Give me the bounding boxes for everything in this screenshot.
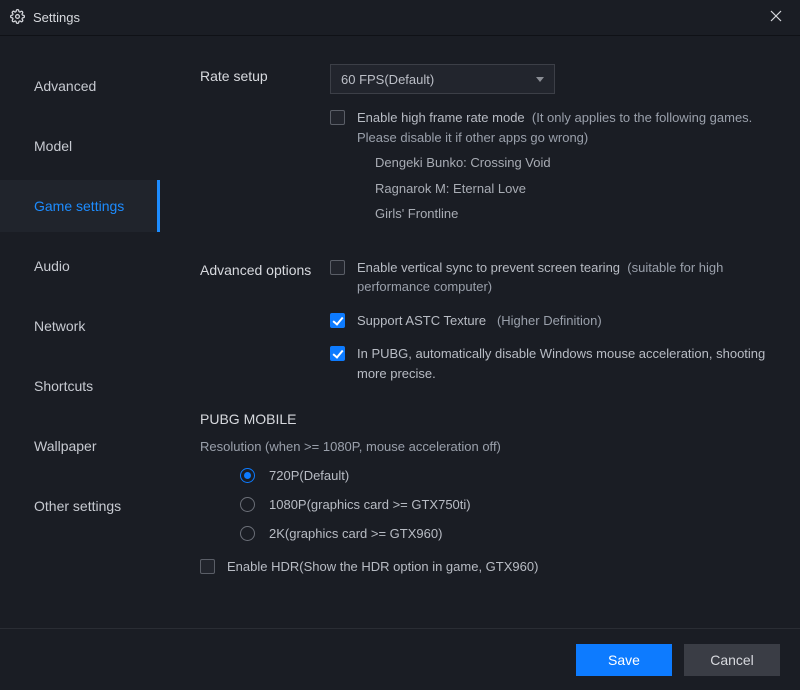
- footer: Save Cancel: [0, 628, 800, 690]
- high-frame-text: Enable high frame rate mode (It only app…: [357, 108, 770, 230]
- rate-setup-row: Rate setup 60 FPS(Default) Enable high f…: [200, 64, 770, 244]
- sidebar-item-label: Other settings: [34, 498, 121, 514]
- high-frame-label: Enable high frame rate mode: [357, 110, 525, 125]
- astc-label: Support ASTC Texture: [357, 313, 486, 328]
- gear-icon: [10, 9, 25, 27]
- game-item: Ragnarok M: Eternal Love: [375, 179, 770, 199]
- sidebar-item-label: Audio: [34, 258, 70, 274]
- content-panel: Rate setup 60 FPS(Default) Enable high f…: [160, 36, 800, 628]
- sidebar-item-label: Game settings: [34, 198, 124, 214]
- high-frame-option: Enable high frame rate mode (It only app…: [330, 108, 770, 230]
- high-frame-checkbox[interactable]: [330, 110, 345, 125]
- sidebar-item-game-settings[interactable]: Game settings: [0, 180, 160, 232]
- sidebar-item-network[interactable]: Network: [0, 300, 160, 352]
- astc-hint: (Higher Definition): [497, 313, 602, 328]
- resolution-label: 720P(Default): [269, 468, 349, 483]
- pubg-mouse-option: In PUBG, automatically disable Windows m…: [330, 344, 770, 383]
- sidebar-item-wallpaper[interactable]: Wallpaper: [0, 420, 160, 472]
- sidebar-item-label: Wallpaper: [34, 438, 97, 454]
- sidebar-item-label: Network: [34, 318, 85, 334]
- resolution-label: 1080P(graphics card >= GTX750ti): [269, 497, 471, 512]
- hdr-checkbox[interactable]: [200, 559, 215, 574]
- radio-icon: [240, 468, 255, 483]
- main-area: Advanced Model Game settings Audio Netwo…: [0, 36, 800, 628]
- fps-select-value: 60 FPS(Default): [341, 72, 434, 87]
- save-button[interactable]: Save: [576, 644, 672, 676]
- advanced-options-label: Advanced options: [200, 258, 330, 398]
- resolution-label: 2K(graphics card >= GTX960): [269, 526, 442, 541]
- vsync-label: Enable vertical sync to prevent screen t…: [357, 260, 620, 275]
- astc-checkbox[interactable]: [330, 313, 345, 328]
- sidebar-item-advanced[interactable]: Advanced: [0, 60, 160, 112]
- sidebar-item-label: Shortcuts: [34, 378, 93, 394]
- hdr-option: Enable HDR(Show the HDR option in game, …: [200, 557, 770, 577]
- radio-icon: [240, 497, 255, 512]
- title-bar: Settings: [0, 0, 800, 36]
- resolution-2k[interactable]: 2K(graphics card >= GTX960): [200, 526, 770, 541]
- chevron-down-icon: [536, 77, 544, 82]
- pubg-title: PUBG MOBILE: [200, 411, 770, 427]
- vsync-checkbox[interactable]: [330, 260, 345, 275]
- pubg-note: Resolution (when >= 1080P, mouse acceler…: [200, 439, 770, 454]
- sidebar-item-other-settings[interactable]: Other settings: [0, 480, 160, 532]
- radio-icon: [240, 526, 255, 541]
- vsync-option: Enable vertical sync to prevent screen t…: [330, 258, 770, 297]
- sidebar-item-shortcuts[interactable]: Shortcuts: [0, 360, 160, 412]
- window-title: Settings: [33, 10, 762, 25]
- advanced-options-row: Advanced options Enable vertical sync to…: [200, 258, 770, 398]
- sidebar: Advanced Model Game settings Audio Netwo…: [0, 36, 160, 628]
- sidebar-item-audio[interactable]: Audio: [0, 240, 160, 292]
- resolution-1080p[interactable]: 1080P(graphics card >= GTX750ti): [200, 497, 770, 512]
- fps-select[interactable]: 60 FPS(Default): [330, 64, 555, 94]
- game-item: Girls' Frontline: [375, 204, 770, 224]
- pubg-mouse-checkbox[interactable]: [330, 346, 345, 361]
- sidebar-item-label: Advanced: [34, 78, 96, 94]
- resolution-720p[interactable]: 720P(Default): [200, 468, 770, 483]
- pubg-mouse-label: In PUBG, automatically disable Windows m…: [357, 346, 765, 381]
- close-button[interactable]: [762, 4, 790, 32]
- sidebar-item-model[interactable]: Model: [0, 120, 160, 172]
- rate-setup-label: Rate setup: [200, 64, 330, 244]
- cancel-button[interactable]: Cancel: [684, 644, 780, 676]
- close-icon: [770, 10, 782, 25]
- high-frame-game-list: Dengeki Bunko: Crossing Void Ragnarok M:…: [357, 147, 770, 224]
- game-item: Dengeki Bunko: Crossing Void: [375, 153, 770, 173]
- hdr-label: Enable HDR(Show the HDR option in game, …: [227, 559, 538, 574]
- sidebar-item-label: Model: [34, 138, 72, 154]
- astc-option: Support ASTC Texture (Higher Definition): [330, 311, 770, 331]
